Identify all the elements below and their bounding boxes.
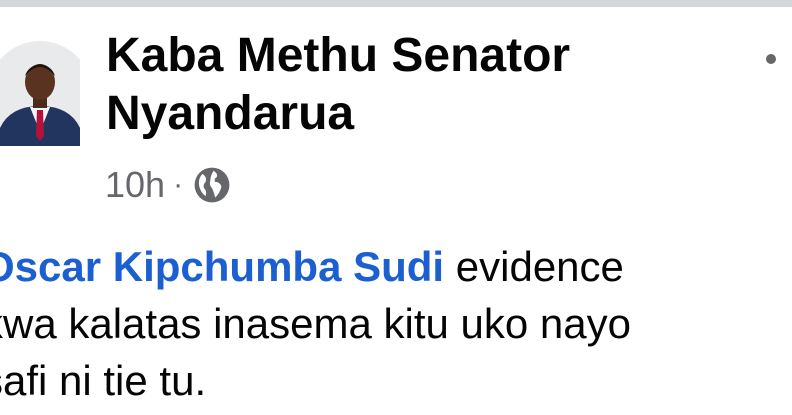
- top-divider: [0, 0, 792, 7]
- post-body: Oscar Kipchumba Sudi evidence kwa kalata…: [0, 238, 792, 409]
- post-line-3: safi ni tie tu.: [0, 357, 207, 404]
- author-name[interactable]: Kaba Methu Senator Nyandarua: [106, 27, 726, 143]
- mention-link[interactable]: Oscar Kipchumba Sudi: [0, 243, 444, 290]
- post-line-1: Oscar Kipchumba Sudi evidence: [0, 238, 792, 295]
- meta-separator: ·: [173, 168, 184, 201]
- globe-icon[interactable]: [193, 166, 231, 204]
- more-options-icon[interactable]: [766, 50, 792, 70]
- post-line-2: kwa kalatas inasema kitu uko nayo: [0, 300, 632, 347]
- post-text-segment: evidence: [444, 243, 624, 290]
- avatar[interactable]: [0, 40, 80, 146]
- post-meta: 10h ·: [105, 163, 231, 207]
- timestamp[interactable]: 10h: [105, 164, 165, 206]
- profile-photo-icon: [0, 41, 80, 146]
